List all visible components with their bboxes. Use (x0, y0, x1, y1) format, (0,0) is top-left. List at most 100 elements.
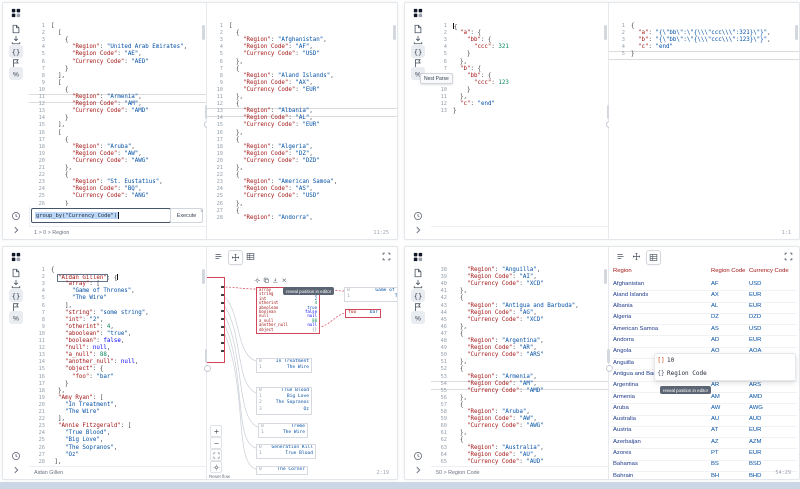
sort-view-button[interactable] (614, 250, 627, 263)
edge-handle[interactable] (221, 317, 224, 321)
code-line[interactable]: 13 "Currency Code": "AMD" (29, 108, 206, 115)
scrollbar-thumb[interactable] (795, 25, 798, 40)
code-line[interactable]: 6 }, (207, 59, 397, 66)
code-line[interactable]: 11 "Region": "Armenia", (29, 94, 206, 101)
scrollbar-thumb[interactable] (604, 25, 607, 40)
code-line[interactable]: 4 "Region Code": "AF", (207, 44, 397, 51)
code-line[interactable]: 53 "Region": "Armenia", (431, 374, 608, 381)
node-target-button[interactable] (254, 277, 261, 284)
breadcrumb[interactable]: Aidan Gillen (34, 470, 63, 476)
sidebar-collapse[interactable] (9, 223, 23, 236)
code-line[interactable]: 4 "c": "end" (609, 44, 799, 51)
edge-handle[interactable] (221, 285, 224, 289)
code-line[interactable]: 46 }, (431, 324, 608, 331)
code-line[interactable]: 1[ (29, 23, 206, 30)
code-line[interactable]: 13 "Region": "Albania", (207, 108, 397, 115)
code-line[interactable]: 17 { (29, 137, 206, 144)
code-line[interactable]: 21 "The Wire" (29, 409, 206, 416)
code-line[interactable]: 1{ (609, 23, 799, 30)
graph-plus-button[interactable] (210, 425, 222, 437)
code-line[interactable]: 42 { (431, 295, 608, 302)
code-line[interactable]: 21 }, (29, 165, 206, 172)
code-line[interactable]: 41 }, (431, 288, 608, 295)
code-line[interactable]: 14 "another_null": null, (29, 359, 206, 366)
code-line[interactable]: 9 "otherint": 4, (29, 324, 206, 331)
breadcrumb[interactable]: 1 > 0 > Region (34, 230, 69, 236)
code-line[interactable]: 6 }, (431, 59, 608, 66)
code-line[interactable]: 10 { (29, 87, 206, 94)
code-line[interactable]: 23 "Region": "American Samoa", (207, 179, 397, 186)
code-line[interactable]: 3 "b": "{\"bb\":\"{\\\"ccc\\\":123}\"}", (609, 37, 799, 44)
code-line[interactable]: 56 }, (431, 395, 608, 402)
goto-popup-item[interactable]: [] 10 (655, 354, 795, 367)
code-line[interactable]: 2 "Aidan Gillen": { (29, 273, 206, 283)
code-line[interactable]: 2 [ (29, 30, 206, 37)
code-line[interactable]: 2 { (207, 30, 397, 37)
code-line[interactable]: 23 "Annie Fitzgerald": [ (29, 423, 206, 430)
code-line[interactable]: 60 "Currency Code": "AWG" (431, 423, 608, 430)
code-line[interactable]: 15 "object": { (29, 366, 206, 373)
code-line[interactable]: 12 { (207, 101, 397, 108)
code-line[interactable]: 22 ], (29, 416, 206, 423)
code-line[interactable]: 8 "Region": "Aland Islands", (207, 73, 397, 80)
array-node-aidan-array[interactable]: 0Game of Th1The (344, 287, 397, 303)
node-close-button[interactable] (281, 277, 288, 284)
code-line[interactable]: 25 "Currency Code": "USD" (207, 193, 397, 200)
code-line[interactable]: 19 "Region Code": "DZ", (207, 151, 397, 158)
array-node-treme[interactable]: 0 Treme 1 The Wire (258, 423, 308, 439)
edge-handle[interactable] (221, 309, 224, 313)
sidebar-item-percent[interactable]: % (9, 67, 23, 80)
code-line[interactable]: 6 ], (29, 303, 206, 310)
code-line[interactable]: 12 "c": "end" (431, 101, 608, 108)
code-line[interactable]: 24 "Region Code": "AS", (207, 186, 397, 193)
code-line[interactable]: 26 "The Sopranos", (29, 445, 206, 452)
code-line[interactable]: 26 } (29, 201, 206, 207)
code-line[interactable]: 3 "array": [ (29, 281, 206, 288)
code-line[interactable]: 3 "bb": { (431, 37, 608, 44)
edge-handle[interactable] (221, 293, 224, 297)
code-line[interactable]: 9 "Region Code": "AX", (207, 80, 397, 87)
code-line[interactable]: 3 "Region": "Afghanistan", (207, 37, 397, 44)
graph-minus-button[interactable] (210, 437, 222, 449)
reset-flow-label[interactable]: Reset flow (209, 474, 230, 479)
code-line[interactable]: 9 [ (29, 80, 206, 87)
code-line[interactable]: 50 "Currency Code": "ARS" (431, 352, 608, 359)
code-line[interactable]: 44 "Region Code": "AG", (431, 310, 608, 317)
goto-popup-item[interactable]: {} Region Code (655, 367, 795, 380)
goto-popup[interactable]: [] 10{} Region Code (654, 353, 796, 381)
code-editor[interactable]: 1[2 {3 "Region": "Afghanistan", 4 "Region… (207, 3, 397, 227)
code-line[interactable]: 19 "Amy Ryan": [ (29, 395, 206, 402)
code-line[interactable]: 52 { (431, 366, 608, 373)
code-line[interactable]: 20 "Currency Code": "DZD" (207, 158, 397, 165)
scrollbar-thumb[interactable] (393, 25, 396, 40)
edge-handle[interactable] (221, 341, 224, 345)
code-line[interactable]: 7 { (207, 66, 397, 73)
sidebar-item-history[interactable] (411, 209, 425, 222)
code-line[interactable]: 26 }, (207, 201, 397, 208)
code-editor[interactable]: 1{2 "a": "{\"bb\":\"{\\\"ccc\\\":321}\"}… (609, 3, 799, 227)
code-line[interactable]: 14 } (29, 115, 206, 122)
scrollbar-thumb[interactable] (202, 25, 205, 40)
code-editor[interactable]: 1{2 "a": {3 "bb": {4 "ccc": 321 5 } 6 }, 7 … (431, 3, 608, 226)
breadcrumb[interactable]: 50 > Region Code (436, 470, 480, 476)
sidebar-item-logo[interactable] (9, 6, 23, 19)
code-line[interactable]: 55 "Currency Code": "AMD" (431, 388, 608, 395)
code-line[interactable]: 10 "aboolean": "true", (29, 331, 206, 338)
code-line[interactable]: 1{ (431, 23, 608, 30)
execute-button[interactable]: Execute (170, 208, 203, 223)
node-copy-button[interactable] (263, 277, 270, 284)
code-line[interactable]: 27 "Oz" (29, 452, 206, 459)
foo-object-node[interactable]: foo bar (345, 309, 381, 318)
sidebar-item-history[interactable] (9, 209, 23, 222)
code-line[interactable]: 7 "string": "some string", (29, 310, 206, 317)
code-line[interactable]: 25 "Big Love", (29, 437, 206, 444)
code-line[interactable]: 58 "Region": "Aruba", (431, 409, 608, 416)
array-node-generation-kill[interactable]: 0 Generation Kill 1 True Blood (256, 444, 316, 460)
code-line[interactable]: 5 "Region Code": "AE", (29, 51, 206, 58)
code-line[interactable]: 48 "Region": "Argentina", (431, 338, 608, 345)
code-line[interactable]: 4 "ccc": 321 (431, 44, 608, 51)
code-line[interactable]: 63 "Region": "Australia", (431, 445, 608, 452)
code-line[interactable]: 12 "null": null, (29, 345, 206, 352)
code-line[interactable]: 8 "bb": { (431, 73, 608, 80)
code-line[interactable]: 39 "Region Code": "AI", (431, 274, 608, 281)
